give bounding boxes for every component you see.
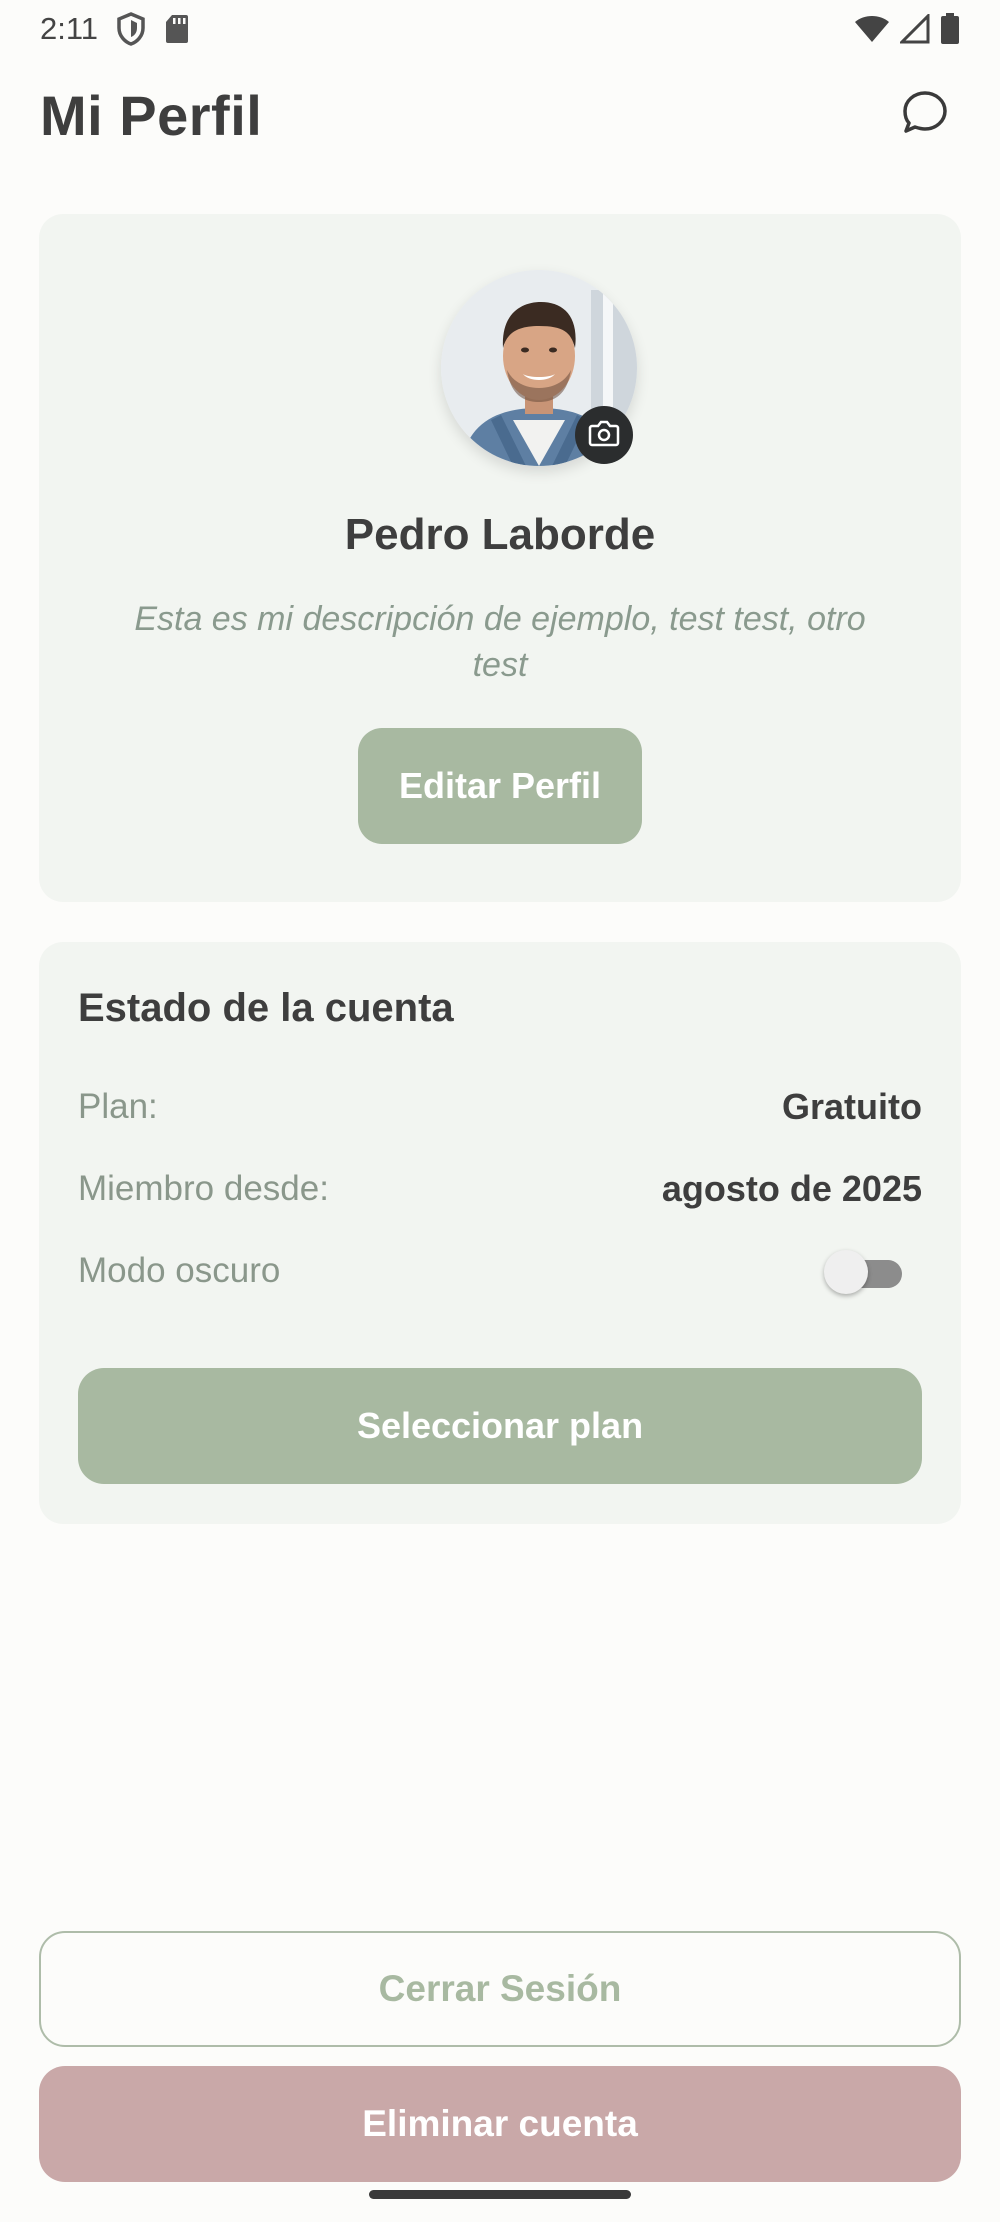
page-title: Mi Perfil	[40, 83, 263, 147]
plan-row: Plan: Gratuito	[78, 1082, 922, 1132]
wifi-icon	[854, 14, 890, 44]
edit-profile-button[interactable]: Editar Perfil	[358, 728, 642, 844]
dark-mode-label: Modo oscuro	[78, 1251, 281, 1290]
signal-icon	[900, 14, 930, 44]
status-left: 2:11	[40, 11, 190, 47]
status-bar: 2:11	[0, 0, 1000, 58]
toggle-thumb	[824, 1250, 868, 1294]
status-time: 2:11	[40, 11, 99, 46]
account-section-title: Estado de la cuenta	[78, 986, 454, 1030]
profile-card: Pedro Laborde Esta es mi descripción de …	[39, 214, 961, 902]
member-since-value: agosto de 2025	[661, 1168, 922, 1209]
avatar-container	[441, 270, 637, 466]
home-indicator[interactable]	[369, 2190, 631, 2199]
dark-mode-row: Modo oscuro	[78, 1246, 922, 1296]
member-since-label: Miembro desde:	[78, 1169, 329, 1208]
chat-button[interactable]	[890, 80, 960, 150]
profile-description: Esta es mi descripción de ejemplo, test …	[134, 600, 866, 684]
change-photo-button[interactable]	[575, 406, 633, 464]
status-right	[854, 13, 960, 45]
plan-label: Plan:	[78, 1087, 158, 1126]
camera-icon	[588, 419, 620, 452]
profile-name: Pedro Laborde	[344, 510, 656, 559]
shield-icon	[116, 12, 146, 46]
app-header: Mi Perfil	[0, 70, 1000, 160]
member-since-row: Miembro desde: agosto de 2025	[78, 1164, 922, 1214]
logout-button[interactable]: Cerrar Sesión	[39, 1931, 961, 2047]
dark-mode-toggle[interactable]	[824, 1246, 904, 1296]
select-plan-button[interactable]: Seleccionar plan	[78, 1368, 922, 1484]
account-status-card: Estado de la cuenta Plan: Gratuito Miemb…	[39, 942, 961, 1524]
chat-bubble-icon	[900, 88, 950, 143]
sd-card-icon	[164, 13, 190, 45]
delete-account-button[interactable]: Eliminar cuenta	[39, 2066, 961, 2182]
plan-value: Gratuito	[782, 1086, 922, 1127]
battery-icon	[940, 13, 960, 45]
